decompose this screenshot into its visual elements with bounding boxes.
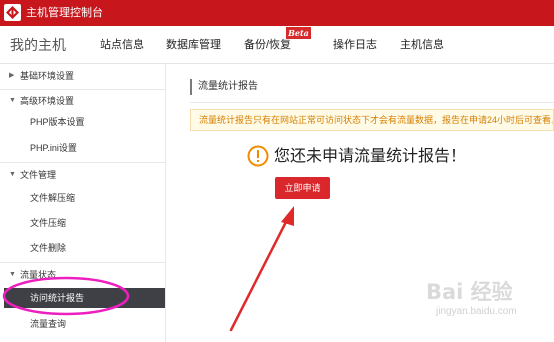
- sidebar-item-traffic-query[interactable]: 流量查询: [0, 314, 166, 334]
- watermark: Bai 经验: [426, 280, 513, 304]
- top-bar: 主机管理控制台: [0, 0, 554, 26]
- page-title: 流量统计报告: [190, 79, 258, 95]
- sidebar-item-zip[interactable]: 文件压缩: [0, 213, 166, 233]
- caret-down-icon: ▼: [9, 271, 16, 278]
- nav-host-info[interactable]: 主机信息: [400, 38, 444, 52]
- caret-right-icon: ▶: [9, 72, 15, 79]
- sidebar-group-basic-env[interactable]: ▶ 基础环境设置: [0, 66, 166, 86]
- sidebar-item-access-report[interactable]: 访问统计报告: [4, 288, 165, 308]
- sidebar: ▶ 基础环境设置 ▼ 高级环境设置 PHP版本设置 PHP.ini设置 ▼ 文件…: [0, 64, 166, 342]
- sidebar-group-traffic-status[interactable]: ▼ 流量状态: [0, 265, 166, 285]
- sidebar-item-unzip[interactable]: 文件解压缩: [0, 188, 166, 208]
- sidebar-divider: [0, 89, 166, 90]
- sidebar-group-file-manage[interactable]: ▼ 文件管理: [0, 165, 166, 185]
- annotation-arrow: [229, 214, 291, 332]
- empty-state-message: 您还未申请流量统计报告！: [274, 148, 467, 165]
- nav-database[interactable]: 数据库管理: [166, 38, 221, 52]
- beta-badge: Beta: [286, 27, 311, 39]
- sidebar-item-php-version[interactable]: PHP版本设置: [0, 112, 166, 132]
- title-divider: [190, 102, 554, 103]
- sidebar-group-label: 基础环境设置: [20, 71, 75, 81]
- sidebar-group-label: 文件管理: [20, 170, 57, 180]
- apply-now-button[interactable]: 立即申请: [275, 177, 330, 199]
- warning-icon: [247, 145, 269, 172]
- sidebar-group-label: 流量状态: [20, 270, 57, 280]
- nav-operation-log[interactable]: 操作日志: [333, 38, 377, 52]
- caret-down-icon: ▼: [9, 97, 16, 104]
- watermark-url: jingyan.baidu.com: [436, 306, 517, 317]
- sidebar-divider: [0, 162, 166, 163]
- nav-backup-restore[interactable]: 备份/恢复: [244, 38, 291, 52]
- nav-site-info[interactable]: 站点信息: [100, 38, 144, 52]
- sidebar-divider: [0, 262, 166, 263]
- sidebar-item-delete[interactable]: 文件删除: [0, 238, 166, 258]
- brand-label[interactable]: 我的主机: [10, 36, 66, 54]
- annotation-arrowhead: [281, 206, 294, 226]
- sidebar-group-label: 高级环境设置: [20, 96, 75, 106]
- sidebar-item-php-ini[interactable]: PHP.ini设置: [0, 138, 166, 158]
- main-nav: 我的主机 站点信息 数据库管理 备份/恢复 Beta 操作日志 主机信息: [0, 26, 554, 64]
- sidebar-group-advanced-env[interactable]: ▼ 高级环境设置: [0, 91, 166, 111]
- caret-down-icon: ▼: [9, 171, 16, 178]
- logo-icon: [4, 4, 21, 21]
- notice-banner: 流量统计报告只有在网站正常可访问状态下才会有流量数据，报告在申请24小时后可查看…: [190, 109, 554, 131]
- app-title: 主机管理控制台: [26, 7, 103, 19]
